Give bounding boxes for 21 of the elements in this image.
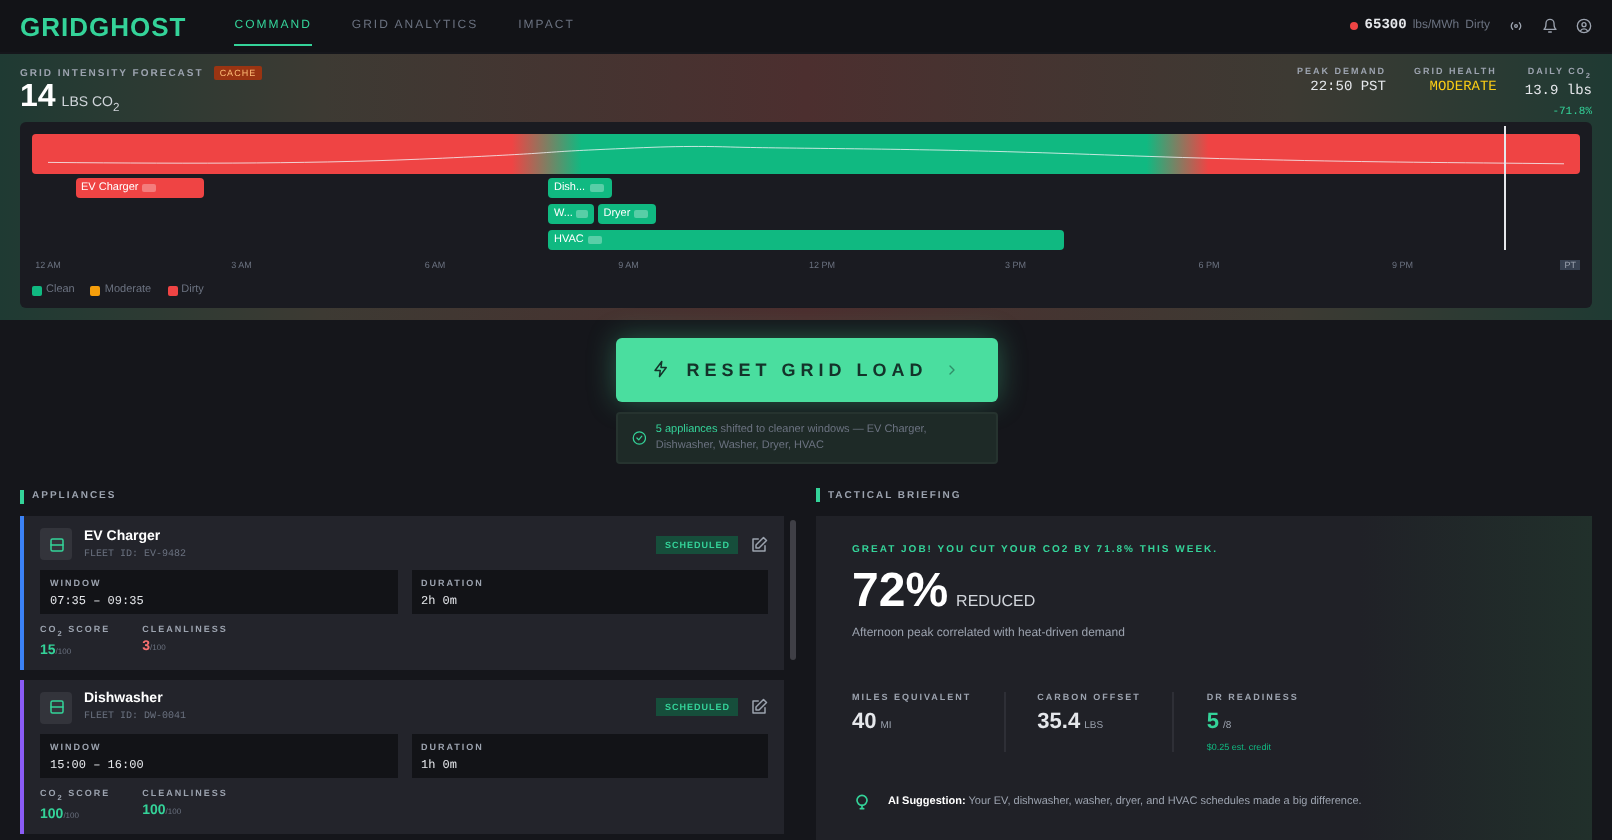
reduction-label: REDUCED: [956, 591, 1036, 610]
check-circle-icon: [631, 427, 646, 447]
now-marker: [1504, 126, 1507, 250]
forecast-value: 14: [20, 80, 56, 114]
edit-icon[interactable]: [750, 698, 768, 717]
tag-icon: [589, 184, 604, 192]
device-icon: [47, 535, 65, 553]
broadcast-icon[interactable]: [1508, 18, 1524, 34]
tag-icon: [576, 210, 589, 218]
edit-icon[interactable]: [750, 535, 768, 553]
tag-icon: [587, 236, 602, 244]
tag-icon: [634, 210, 649, 218]
tag-icon: [142, 184, 157, 192]
device-icon: [47, 698, 65, 717]
app-logo: GRIDGHOST: [20, 11, 187, 41]
notification-icon[interactable]: [1542, 18, 1558, 34]
reduction-value: 72%: [852, 563, 949, 620]
reset-grid-button[interactable]: RESET GRID LOAD: [615, 337, 997, 401]
bolt-icon: [652, 360, 671, 378]
user-icon[interactable]: [1576, 18, 1592, 34]
lightbulb-icon: [852, 792, 872, 812]
